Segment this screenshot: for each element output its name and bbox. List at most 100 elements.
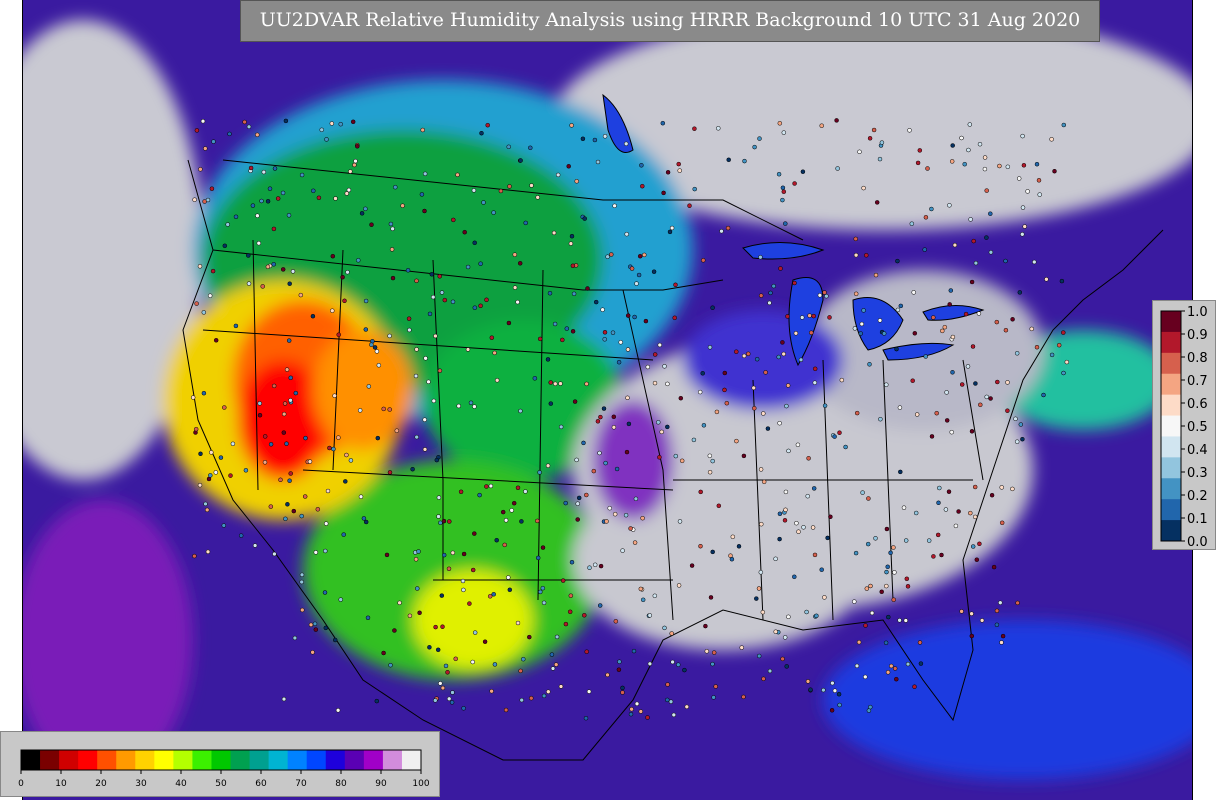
observation-dot [338, 597, 343, 602]
observation-dot [288, 471, 293, 476]
observation-legend-swatch [1161, 415, 1181, 437]
observation-dot [255, 213, 260, 218]
observation-dot [598, 563, 604, 569]
observation-dot [284, 367, 290, 372]
observation-dot [569, 233, 575, 239]
observation-dot [553, 381, 558, 387]
observation-dot [1034, 344, 1040, 350]
observation-dot [923, 215, 929, 220]
observation-dot [698, 489, 703, 495]
observation-dot [532, 376, 538, 381]
observation-dot [511, 500, 517, 506]
observation-dot [901, 505, 907, 510]
observation-dot [970, 344, 976, 349]
observation-dot [783, 507, 788, 513]
observation-dot [726, 157, 731, 163]
observation-dot [611, 425, 617, 430]
observation-dot [407, 613, 413, 619]
observation-dot [298, 292, 304, 298]
observation-dot [194, 128, 200, 133]
observation-dot [905, 584, 911, 589]
observation-dot [878, 416, 883, 422]
observation-dot [281, 411, 287, 417]
observation-dot [570, 263, 576, 269]
observation-dot [689, 563, 695, 568]
observation-legend-tick-label: 0.8 [1187, 351, 1208, 366]
observation-dot [387, 407, 392, 412]
observation-dot [777, 511, 783, 517]
observation-dot [494, 537, 499, 543]
observation-dot [374, 349, 380, 354]
observation-dot [949, 429, 954, 435]
observation-dot [781, 130, 787, 135]
observation-dot [576, 495, 582, 501]
observation-dot [824, 293, 829, 299]
observation-dot [959, 609, 964, 614]
observation-dot [865, 541, 871, 547]
observation-dot [903, 538, 909, 543]
observation-dot [465, 264, 471, 270]
observation-dot [873, 272, 879, 278]
observation-dot [484, 484, 489, 489]
observation-dot [972, 484, 978, 490]
observation-dot [883, 640, 889, 646]
rh-colorbar-swatch [268, 750, 289, 770]
observation-dot [333, 196, 338, 201]
observation-dot [629, 266, 635, 271]
observation-dot [1029, 326, 1034, 332]
observation-dot [222, 405, 227, 410]
observation-dot [679, 458, 685, 464]
observation-dot [540, 585, 546, 591]
observation-dot [205, 549, 211, 555]
observation-dot [359, 211, 365, 216]
observation-dot [730, 534, 736, 540]
observation-dot [894, 676, 899, 682]
observation-dot [255, 132, 260, 138]
observation-dot [481, 200, 486, 205]
observation-dot [602, 337, 607, 342]
observation-dot [885, 564, 890, 570]
observation-dot [203, 501, 208, 507]
observation-dot [523, 489, 528, 494]
observation-dot [819, 123, 824, 128]
observation-dot [624, 231, 629, 237]
observation-dot [997, 163, 1002, 169]
observation-dot [929, 434, 935, 439]
observation-dot [597, 450, 602, 456]
observation-dot [657, 342, 663, 348]
observation-dot [771, 283, 776, 289]
observation-dot [450, 299, 456, 305]
observation-legend-swatch [1161, 352, 1181, 375]
observation-dot [1013, 416, 1018, 422]
observation-dot [441, 552, 447, 558]
observation-dot [548, 401, 554, 406]
observation-dot [805, 493, 810, 499]
observation-dot [1010, 486, 1015, 492]
observation-dot [879, 589, 884, 595]
rh-colorbar-swatch [306, 750, 327, 770]
observation-dot [553, 662, 559, 667]
observation-dot [640, 515, 645, 521]
observation-dot [618, 340, 623, 345]
observation-dot [453, 656, 458, 662]
observation-dot [535, 518, 540, 524]
observation-dot [988, 250, 994, 255]
observation-dot [484, 297, 489, 303]
observation-dot [969, 633, 975, 639]
observation-dot [863, 674, 868, 680]
observation-dot [316, 195, 322, 201]
observation-dot [350, 119, 356, 125]
observation-dot [667, 229, 673, 235]
observation-dot [259, 198, 264, 204]
observation-dot [1018, 422, 1024, 427]
observation-dot [299, 579, 304, 585]
observation-dot [611, 414, 617, 420]
observation-dot [734, 349, 739, 354]
observation-dot [332, 637, 338, 643]
observation-dot [515, 620, 521, 626]
observation-dot [558, 684, 564, 689]
observation-dot [482, 639, 488, 644]
observation-dot [1020, 232, 1025, 237]
observation-dot [566, 164, 571, 169]
observation-dot [222, 243, 228, 249]
